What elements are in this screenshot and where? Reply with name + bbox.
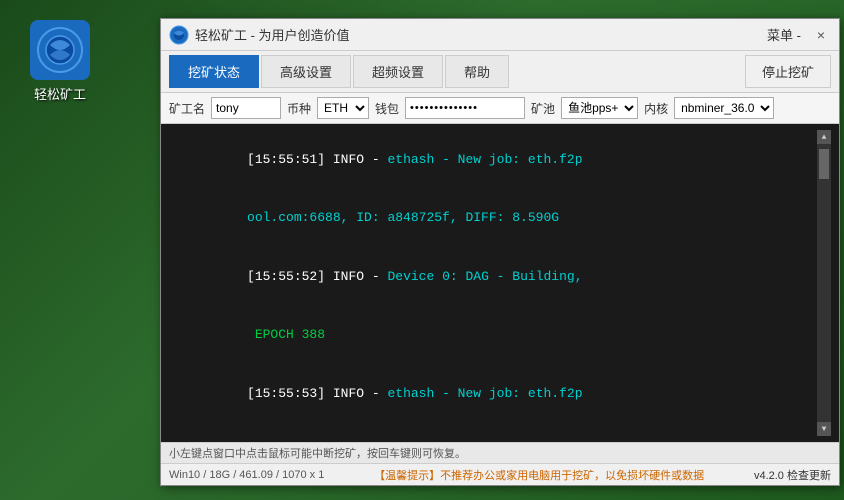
- tab-mining-status[interactable]: 挖矿状态: [169, 55, 259, 88]
- kernel-label: 内核: [644, 100, 668, 117]
- title-bar-left: 轻松矿工 - 为用户创造价值: [169, 25, 350, 45]
- scrollbar-down-button[interactable]: ▼: [817, 422, 831, 436]
- close-button[interactable]: ×: [811, 25, 831, 45]
- form-bar: 矿工名 币种 ETH ETC RVN 钱包 矿池 鱼池pps+ 内核 nbmin…: [161, 93, 839, 124]
- console-area[interactable]: [15:55:51] INFO - ethash - New job: eth.…: [161, 124, 839, 442]
- scrollbar-up-button[interactable]: ▲: [817, 130, 831, 144]
- tab-advanced-settings[interactable]: 高级设置: [261, 55, 351, 88]
- pool-select[interactable]: 鱼池pps+: [561, 97, 638, 119]
- log-line-1b: ool.com:6688, ID: a848725f, DIFF: 8.590G: [169, 189, 817, 248]
- desktop-icon-label: 轻松矿工: [34, 84, 86, 103]
- console-content: [15:55:51] INFO - ethash - New job: eth.…: [169, 130, 817, 436]
- main-window: 轻松矿工 - 为用户创造价值 菜单 - × 挖矿状态 高级设置 超频设置 帮助 …: [160, 18, 840, 486]
- window-title: 轻松矿工 - 为用户创造价值: [195, 25, 350, 44]
- menu-button[interactable]: 菜单 -: [761, 23, 807, 46]
- tab-help[interactable]: 帮助: [445, 55, 509, 88]
- log-line-2b: EPOCH 388: [169, 306, 817, 365]
- stop-mining-button[interactable]: 停止挖矿: [745, 55, 831, 88]
- status-bar: Win10 / 18G / 461.09 / 1070 x 1 【温馨提示】不推…: [161, 463, 839, 485]
- coin-select[interactable]: ETH ETC RVN: [317, 97, 369, 119]
- log-line-3: [15:55:53] INFO - ethash - New job: eth.…: [169, 364, 817, 423]
- log-line-2: [15:55:52] INFO - Device 0: DAG - Buildi…: [169, 247, 817, 306]
- pool-label: 矿池: [531, 100, 555, 117]
- desktop: 轻松矿工 轻松矿工 - 为用户创造价值 菜单 - ×: [0, 0, 844, 500]
- bottom-tip: 小左键点窗口中点击鼠标可能中断挖矿，按回车键则可恢复。: [161, 442, 839, 463]
- kernel-select[interactable]: nbminer_36.0: [674, 97, 774, 119]
- nav-bar: 挖矿状态 高级设置 超频设置 帮助 停止挖矿: [161, 51, 839, 93]
- tab-super-settings[interactable]: 超频设置: [353, 55, 443, 88]
- status-warning: 【温馨提示】不推荐办公或家用电脑用于挖矿，以免损坏硬件或数据: [374, 467, 704, 483]
- coin-label: 币种: [287, 100, 311, 117]
- title-icon: [169, 25, 189, 45]
- title-bar: 轻松矿工 - 为用户创造价值 菜单 - ×: [161, 19, 839, 51]
- console-scrollbar[interactable]: ▲ ▼: [817, 130, 831, 436]
- miner-name-input[interactable]: [211, 97, 281, 119]
- sys-info: Win10 / 18G / 461.09 / 1070 x 1: [169, 469, 324, 481]
- desktop-icon-miner[interactable]: 轻松矿工: [20, 20, 100, 103]
- scrollbar-track: [819, 144, 829, 422]
- wallet-label: 钱包: [375, 100, 399, 117]
- app-icon: [30, 20, 90, 80]
- wallet-input[interactable]: [405, 97, 525, 119]
- version-info[interactable]: v4.2.0 检查更新: [754, 467, 831, 483]
- miner-label: 矿工名: [169, 100, 205, 117]
- log-line-1: [15:55:51] INFO - ethash - New job: eth.…: [169, 130, 817, 189]
- scrollbar-thumb[interactable]: [819, 149, 829, 179]
- title-bar-right: 菜单 - ×: [761, 23, 831, 46]
- log-line-3b: ool.com:6688, ID: 82117d28, DIFF: 8.590G: [169, 423, 817, 437]
